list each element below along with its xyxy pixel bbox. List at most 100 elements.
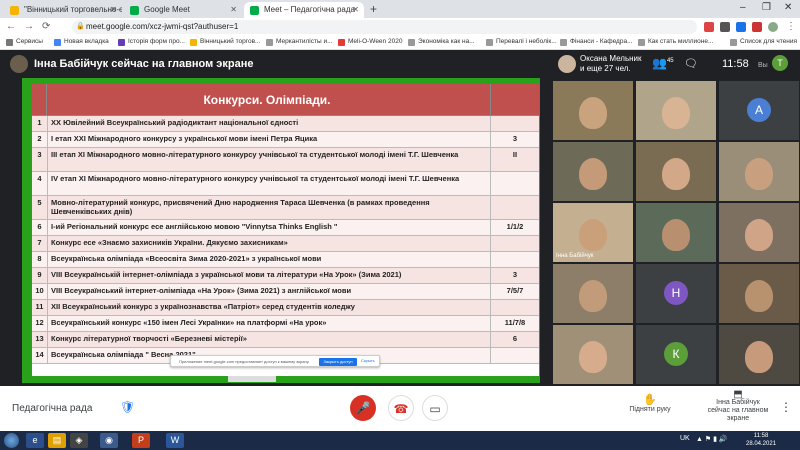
mic-off-button[interactable]: 🎤 bbox=[350, 395, 376, 421]
meeting-controls: Педагогічна рада 🛡 🎤 ☎ ▭ ✋ Підняти руку … bbox=[0, 386, 800, 431]
tray-icons[interactable]: ▲ ⚑ ▮ 🔊 bbox=[696, 435, 728, 443]
row-number: 1 bbox=[32, 116, 48, 131]
participant-tile[interactable] bbox=[636, 81, 716, 140]
extension-icon[interactable] bbox=[720, 22, 730, 32]
reading-list-icon bbox=[730, 39, 737, 46]
reading-list[interactable]: Список для чтения bbox=[730, 38, 797, 46]
bookmark-item[interactable]: Меркантилісты и... bbox=[266, 38, 333, 46]
table-row: 13 Конкурс літературної творчості «Березн… bbox=[32, 332, 539, 348]
close-tab-icon[interactable]: ✕ bbox=[352, 5, 359, 14]
main-stage: Конкурси. Олімпіади. 1 XX Ювілейний Всеук… bbox=[0, 78, 550, 386]
browser-tab[interactable]: Google Meet ✕ bbox=[124, 2, 242, 18]
close-tab-icon[interactable]: ✕ bbox=[230, 5, 237, 14]
bookmark-item[interactable]: Перевалі і неболік... bbox=[486, 38, 557, 46]
bookmark-item[interactable]: Новая вкладка bbox=[54, 38, 109, 46]
camera-button[interactable]: ▭ bbox=[422, 395, 448, 421]
language-indicator[interactable]: UK bbox=[680, 435, 690, 442]
bookmark-item[interactable]: Сервисы bbox=[6, 38, 43, 46]
participant-tile[interactable] bbox=[553, 81, 633, 140]
participant-tile[interactable] bbox=[636, 142, 716, 201]
extension-icon[interactable] bbox=[704, 22, 714, 32]
present-label-1: Інна Бабійчук bbox=[716, 399, 760, 406]
back-icon[interactable]: ← bbox=[6, 21, 16, 32]
participant-video bbox=[662, 158, 690, 190]
presenter-avatar bbox=[10, 55, 28, 73]
row-number: 6 bbox=[32, 220, 48, 235]
bookmark-item[interactable]: Экономіка как на... bbox=[408, 38, 475, 46]
bookmark-label: Как стать миллионе... bbox=[648, 38, 714, 45]
forward-icon[interactable]: → bbox=[24, 21, 34, 32]
powerpoint-icon[interactable]: P bbox=[132, 433, 150, 448]
participant-tile[interactable] bbox=[719, 264, 799, 323]
table-row: 11 ХІІ Всеукраїнський конкурс з українозн… bbox=[32, 300, 539, 316]
present-now-button[interactable]: ⬒ Інна Бабійчук сейчас на главном экране bbox=[700, 390, 776, 423]
row-text: ХІІ Всеукраїнський конкурс з українознав… bbox=[51, 302, 355, 311]
maximize-button[interactable]: ❐ bbox=[762, 2, 771, 13]
word-icon[interactable]: W bbox=[166, 433, 184, 448]
bookmark-icon bbox=[408, 39, 415, 46]
shield-icon[interactable]: 🛡 bbox=[120, 400, 135, 416]
row-value: 3 bbox=[490, 268, 539, 283]
browser-tab-active[interactable]: Meet – Педагогічна рада ✕ bbox=[244, 2, 364, 18]
row-value: 11/7/8 bbox=[490, 316, 539, 331]
people-button[interactable]: 👥45 bbox=[652, 56, 674, 70]
extension-icon[interactable] bbox=[752, 22, 762, 32]
bookmark-item[interactable]: Как стать миллионе... bbox=[638, 38, 714, 46]
raise-hand-button[interactable]: ✋ Підняти руку bbox=[626, 393, 674, 413]
row-text: Всеукраїнська олімпіада «Всеосвіта Зима … bbox=[51, 254, 322, 263]
row-text: І етап XXІ Міжнародного конкурсу з украї… bbox=[51, 134, 318, 143]
hang-up-button[interactable]: ☎ bbox=[388, 395, 414, 421]
minimize-button[interactable]: – bbox=[740, 2, 746, 13]
tab-label: "Вінницький торговельно-еконо bbox=[24, 5, 122, 14]
start-button[interactable] bbox=[4, 433, 19, 448]
system-clock[interactable]: 11:58 28.04.2021 bbox=[746, 432, 776, 448]
participant-tile[interactable]: A bbox=[719, 81, 799, 140]
extension-icon[interactable] bbox=[736, 22, 746, 32]
bookmark-item[interactable]: Вінницький торгов... bbox=[190, 38, 260, 46]
profile-icon[interactable] bbox=[768, 22, 778, 32]
chrome-icon[interactable]: ◉ bbox=[100, 433, 118, 448]
more-options-icon[interactable]: ⋮ bbox=[780, 400, 792, 414]
participant-tile[interactable] bbox=[719, 203, 799, 262]
participant-tile[interactable] bbox=[719, 325, 799, 384]
app-icon[interactable]: ◈ bbox=[70, 433, 88, 448]
row-value bbox=[490, 236, 539, 251]
menu-icon[interactable]: ⋮ bbox=[786, 21, 796, 32]
participant-tile[interactable] bbox=[553, 264, 633, 323]
bookmark-label: Сервисы bbox=[16, 38, 43, 45]
close-tab-icon[interactable]: ✕ bbox=[110, 5, 117, 14]
new-tab-button[interactable]: + bbox=[370, 2, 377, 16]
participant-video bbox=[745, 158, 773, 190]
folder-icon[interactable]: ▤ bbox=[48, 433, 66, 448]
mini-participant-preview[interactable]: Оксана Мельник и еще 27 чел. bbox=[558, 54, 642, 74]
row-value: 7/5/7 bbox=[490, 284, 539, 299]
bookmark-item[interactable]: Історія форм про... bbox=[118, 38, 185, 46]
row-text: Конкурс літературної творчості «Березнев… bbox=[51, 334, 247, 343]
participant-tile[interactable] bbox=[719, 142, 799, 201]
participant-tile[interactable]: К bbox=[636, 325, 716, 384]
stop-sharing-button[interactable]: Закрыть доступ bbox=[319, 358, 357, 366]
participant-tile[interactable] bbox=[553, 325, 633, 384]
chat-icon[interactable]: 🗨 bbox=[684, 57, 698, 70]
explorer-icon[interactable]: e bbox=[26, 433, 44, 448]
reload-icon[interactable]: ⟳ bbox=[42, 21, 50, 32]
participant-tile[interactable] bbox=[553, 142, 633, 201]
participant-tile[interactable]: Інна Бабійчук bbox=[553, 203, 633, 262]
bookmark-item[interactable]: Фінанси - Кафедра... bbox=[560, 38, 633, 46]
hide-notice-button[interactable]: Скрыть bbox=[361, 358, 375, 363]
browser-tab[interactable]: "Вінницький торговельно-еконо ✕ bbox=[4, 2, 122, 18]
row-text: Мовно-літературний конкурс, присвячений … bbox=[51, 198, 430, 216]
bookmark-item[interactable]: Meli-O-Ween 2020 bbox=[338, 38, 402, 46]
row-text: Всеукраїнський конкурс «150 імен Лесі Ук… bbox=[51, 318, 327, 327]
url-input[interactable]: 🔒 meet.google.com/xcz-jwmi-qst?authuser=… bbox=[72, 20, 697, 34]
self-avatar[interactable]: Т bbox=[772, 55, 788, 71]
clock-date: 28.04.2021 bbox=[746, 441, 777, 447]
participant-tile[interactable] bbox=[636, 203, 716, 262]
url-text: meet.google.com/xcz-jwmi-qst?authuser=1 bbox=[86, 22, 239, 31]
os-taskbar: e ▤ ◈ ◉ P W UK ▲ ⚑ ▮ 🔊 11:58 28.04.2021 bbox=[0, 431, 800, 450]
close-window-button[interactable]: ✕ bbox=[784, 2, 792, 13]
meeting-name[interactable]: Педагогічна рада bbox=[12, 403, 92, 414]
row-value bbox=[490, 252, 539, 267]
participant-video bbox=[745, 341, 773, 373]
participant-tile[interactable]: Н bbox=[636, 264, 716, 323]
